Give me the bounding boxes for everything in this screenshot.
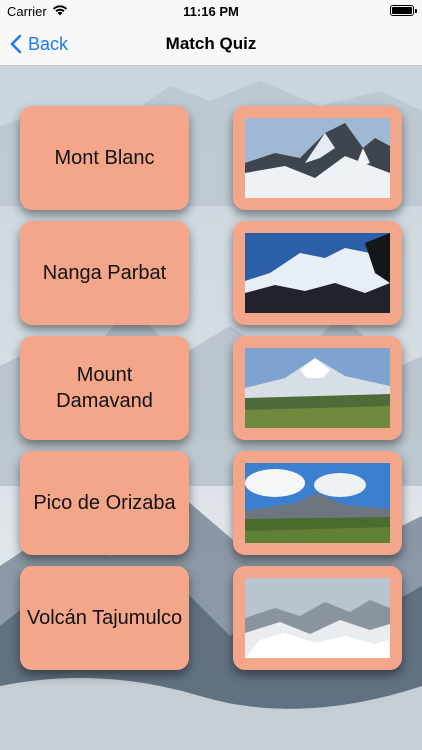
page-title: Match Quiz: [165, 34, 257, 53]
name-tile[interactable]: Volcán Tajumulco: [20, 566, 189, 670]
mountain-photo-5: [245, 578, 390, 658]
name-tile[interactable]: Nanga Parbat: [20, 221, 189, 325]
name-tile[interactable]: Mount Damavand: [20, 336, 189, 440]
photo-tile[interactable]: [233, 106, 402, 210]
name-tile[interactable]: Pico de Orizaba: [20, 451, 189, 555]
photo-tile[interactable]: [233, 221, 402, 325]
status-time: 11:16 PM: [183, 4, 239, 19]
battery-icon: [390, 5, 417, 16]
photo-tile[interactable]: [233, 566, 402, 670]
mountain-photo-4: [245, 463, 390, 543]
name-tile[interactable]: Mont Blanc: [20, 106, 189, 210]
navigation-bar: Back Match Quiz: [0, 22, 422, 66]
status-bar: Carrier 11:16 PM: [0, 0, 422, 22]
mountain-photo-2: [245, 233, 390, 313]
photo-tile[interactable]: [233, 336, 402, 440]
photo-tile[interactable]: [233, 451, 402, 555]
mountain-photo-3: [245, 348, 390, 428]
mountain-photo-1: [245, 118, 390, 198]
